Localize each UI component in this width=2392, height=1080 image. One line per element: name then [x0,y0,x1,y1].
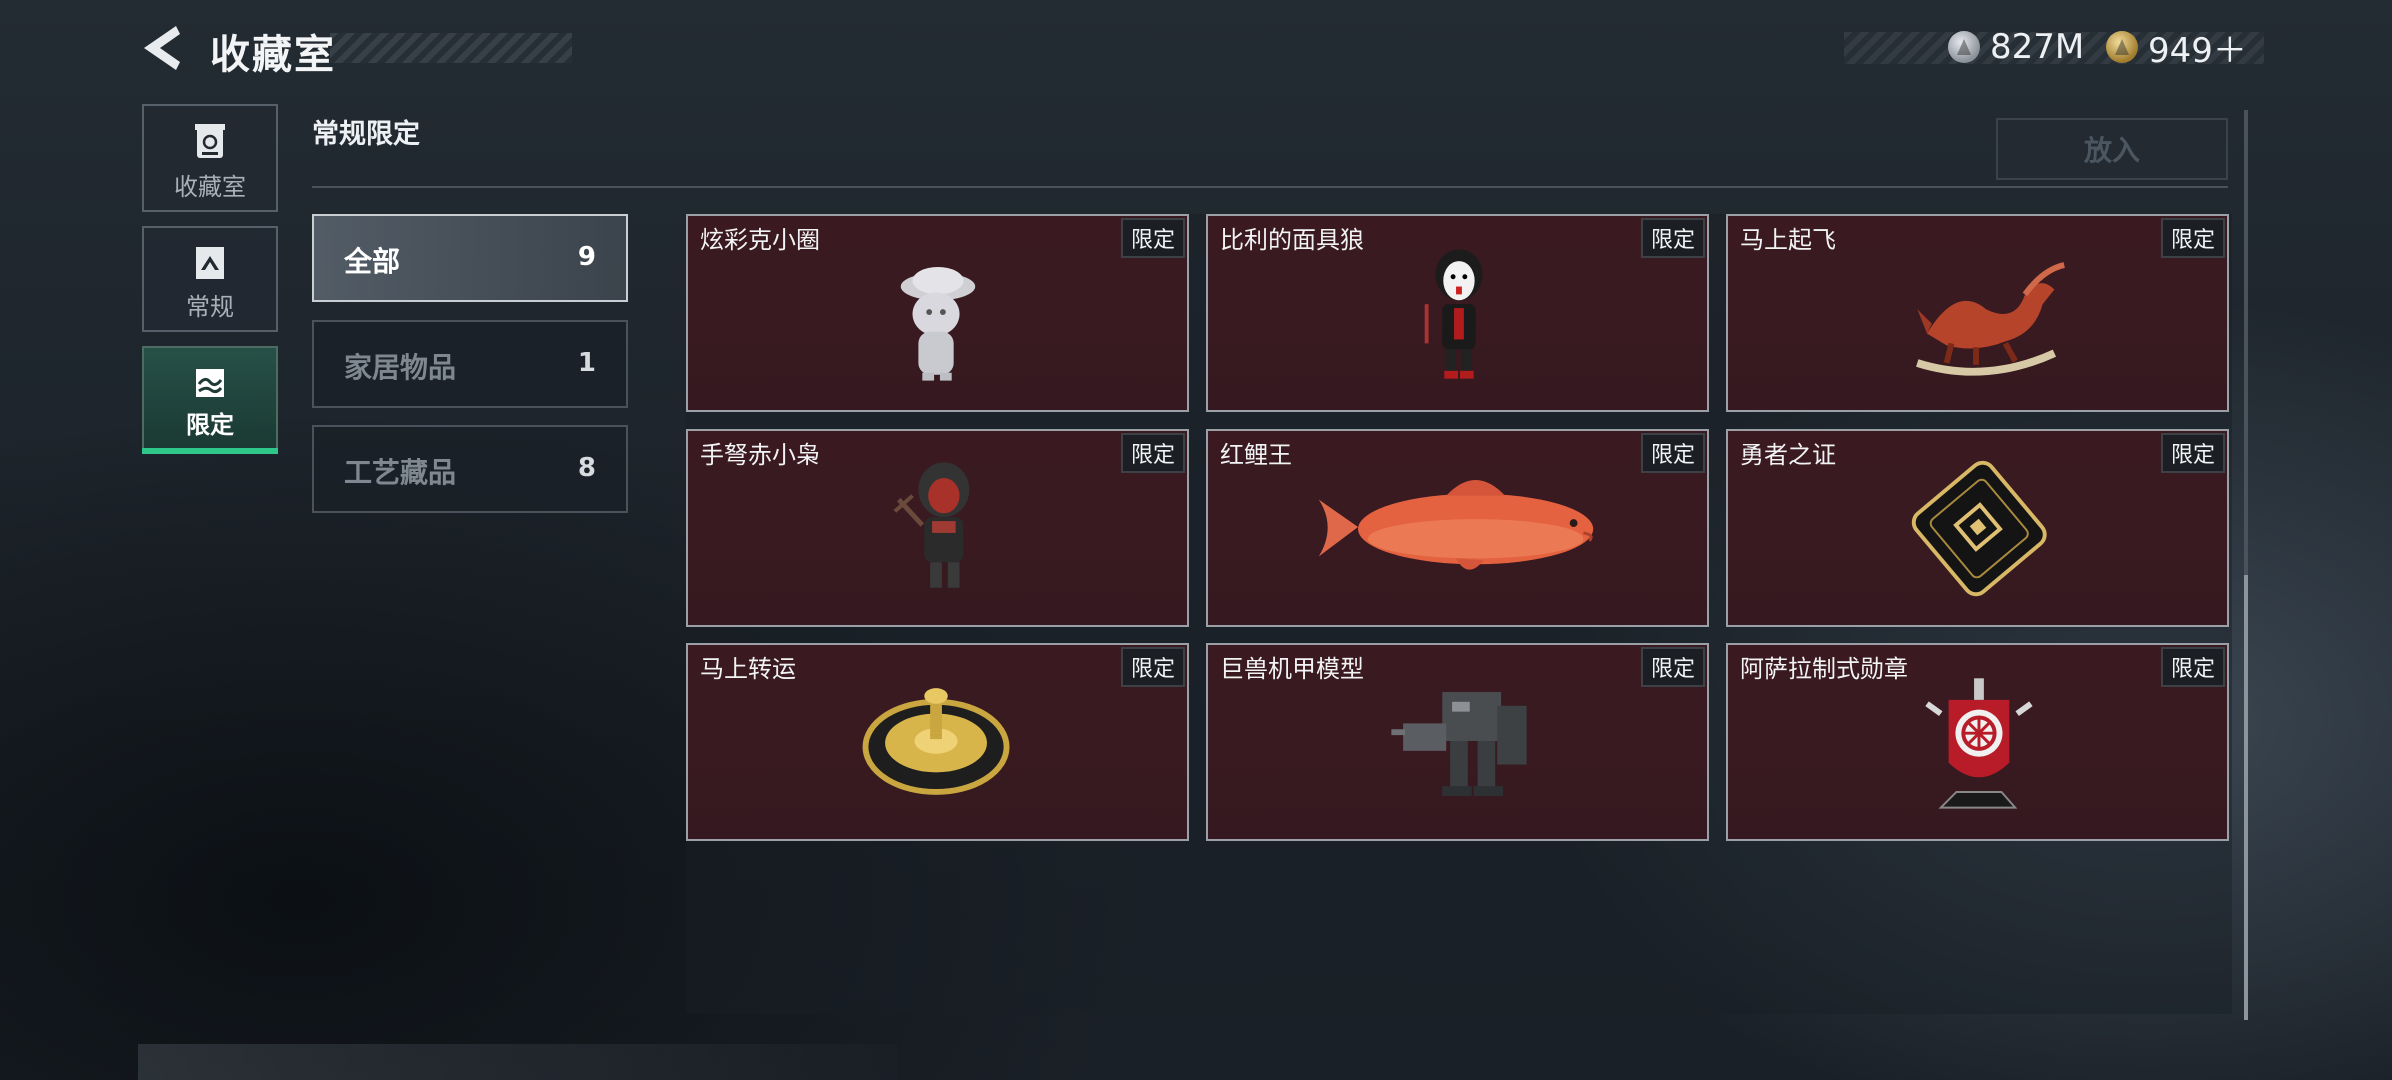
sidebar-item-regular[interactable]: 常规 [142,226,278,332]
sidebar-item-collection-room[interactable]: 收藏室 [142,104,278,212]
collection-card[interactable]: 红鲤王 限定 [1206,429,1709,627]
framed-picture-icon [196,247,224,279]
category-count: 1 [577,348,596,378]
trash-bin-icon [195,124,225,158]
put-in-button[interactable]: 放入 [1996,118,2228,180]
collection-card[interactable]: 勇者之证 限定 [1726,429,2229,627]
sidebar-item-label: 限定 [186,411,234,439]
limited-tag: 限定 [1120,433,1185,473]
limited-tag: 限定 [1120,647,1185,687]
back-button[interactable] [140,22,188,74]
category-label: 家居物品 [344,351,457,384]
page-title: 收藏室 [210,32,336,78]
limited-tag: 限定 [1120,218,1185,258]
gold-coin-icon [2106,31,2138,63]
category-count: 9 [577,242,596,272]
collection-card[interactable]: 马上起飞 限定 [1726,214,2229,412]
item-name: 比利的面具狼 [1220,226,1364,254]
sidebar-item-label: 常规 [186,293,234,321]
limited-tag: 限定 [2160,433,2225,473]
currency-gold: 949＋ [2106,24,2247,71]
scrollbar-thumb[interactable] [2244,575,2248,1020]
section-divider [312,186,2228,188]
title-decor-stripe [330,33,572,63]
item-name: 马上转运 [700,655,796,683]
collection-card[interactable]: 手弩赤小枭 限定 [686,429,1189,627]
limited-tag: 限定 [1640,647,1705,687]
category-home-items[interactable]: 家居物品 1 [312,320,628,408]
collection-card[interactable]: 炫彩克小圈 限定 [686,214,1189,412]
back-chevron-icon [144,26,180,70]
category-label: 工艺藏品 [344,456,457,489]
item-name: 巨兽机甲模型 [1220,655,1364,683]
limited-tag: 限定 [1640,433,1705,473]
gold-amount: 949＋ [2148,30,2247,71]
category-label: 全部 [344,245,401,278]
collection-card[interactable]: 比利的面具狼 限定 [1206,214,1709,412]
category-count: 8 [577,453,596,483]
item-name: 勇者之证 [1740,441,1836,469]
silver-coin-icon [1948,31,1980,63]
category-all[interactable]: 全部 9 [312,214,628,302]
item-name: 红鲤王 [1220,441,1292,469]
limited-tag: 限定 [1640,218,1705,258]
currency-silver: 827M [1948,24,2084,70]
item-name: 阿萨拉制式勋章 [1740,655,1908,683]
category-craft-collectibles[interactable]: 工艺藏品 8 [312,425,628,513]
sidebar-item-label: 收藏室 [174,173,246,201]
collection-card[interactable]: 马上转运 限定 [686,643,1189,841]
collection-card[interactable]: 巨兽机甲模型 限定 [1206,643,1709,841]
item-name: 马上起飞 [1740,226,1836,254]
sidebar-item-limited[interactable]: 限定 [142,346,278,450]
item-name: 炫彩克小圈 [700,226,820,254]
silver-amount: 827M [1990,27,2085,67]
landscape-icon [196,369,224,397]
section-title: 常规限定 [312,119,420,150]
limited-tag: 限定 [2160,647,2225,687]
limited-tag: 限定 [2160,218,2225,258]
bottom-info-bar [138,1044,898,1080]
active-tab-indicator [142,448,278,454]
collection-card[interactable]: 阿萨拉制式勋章 限定 [1726,643,2229,841]
item-name: 手弩赤小枭 [700,441,820,469]
